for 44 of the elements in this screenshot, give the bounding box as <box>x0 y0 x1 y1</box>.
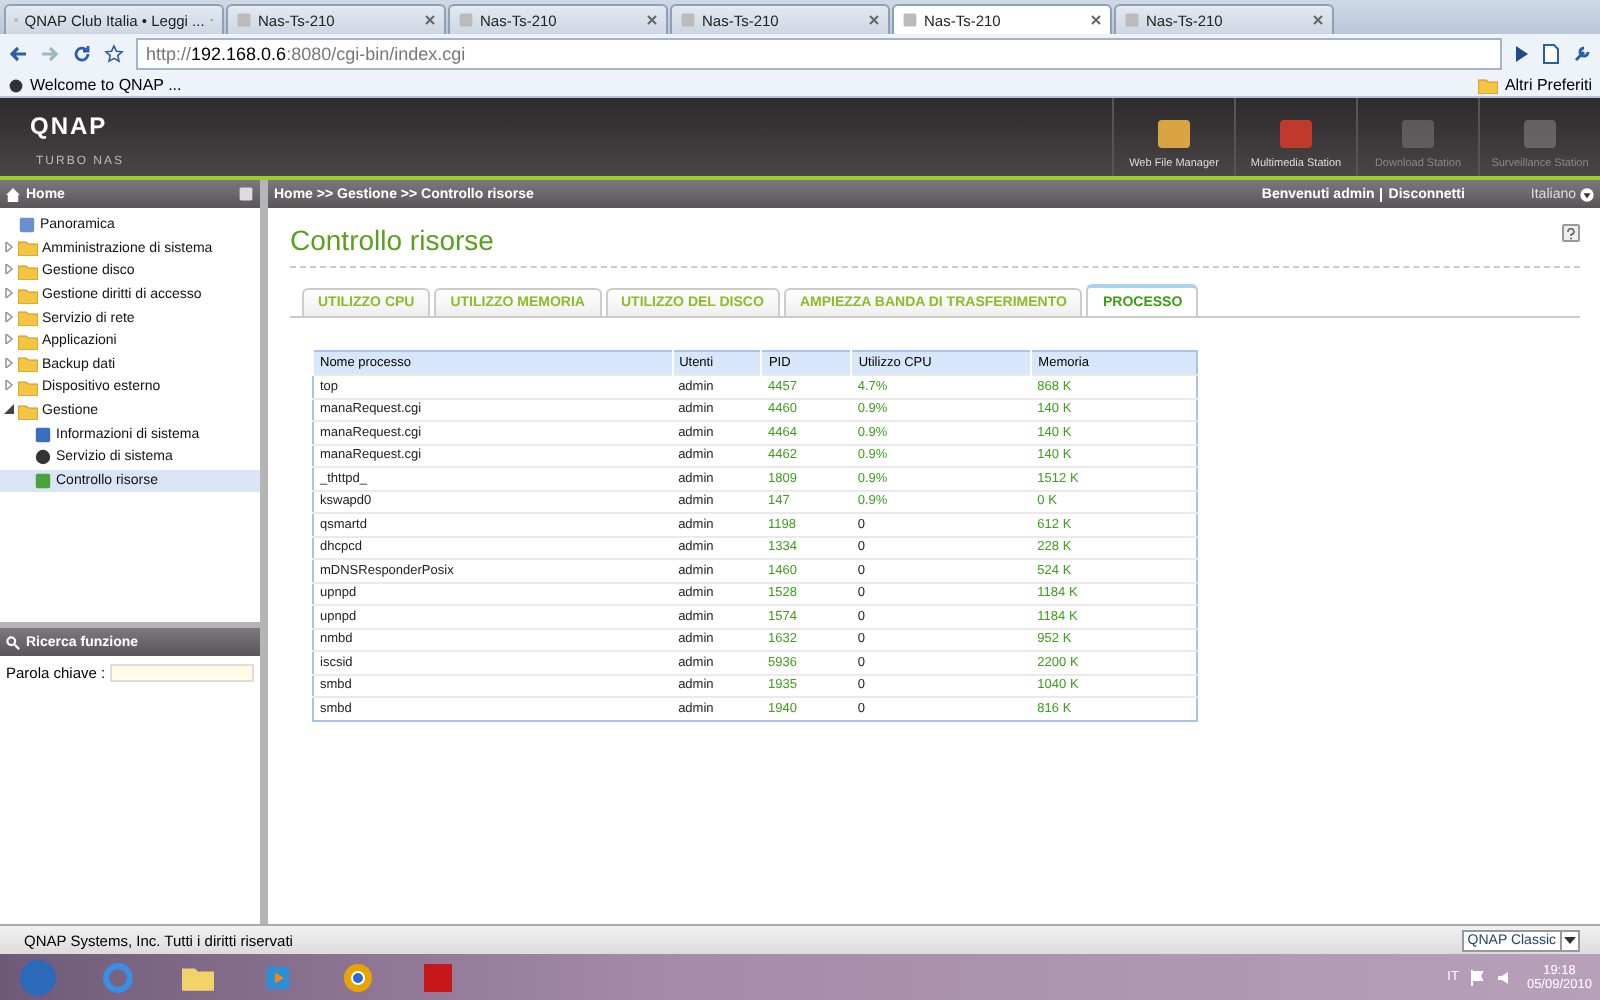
logo-icon <box>8 77 24 93</box>
page-title: Controllo risorse <box>290 224 494 256</box>
reload-icon[interactable] <box>72 44 92 64</box>
close-icon[interactable] <box>1312 14 1324 26</box>
station-icon <box>1154 114 1194 154</box>
folder-icon[interactable] <box>182 963 214 991</box>
page-icon <box>458 12 474 28</box>
flag-icon[interactable] <box>1470 969 1487 985</box>
dropdown-icon[interactable] <box>1580 187 1594 201</box>
logo-text: QNAP <box>30 112 110 140</box>
help-icon[interactable] <box>1566 227 1576 239</box>
station-icon <box>1276 114 1316 154</box>
page-icon <box>1124 12 1140 28</box>
close-icon[interactable] <box>868 14 880 26</box>
star-icon[interactable] <box>104 44 124 64</box>
help-button[interactable] <box>1562 224 1580 242</box>
bookmark-link[interactable]: Welcome to QNAP ... <box>8 76 182 94</box>
search-icon <box>6 635 20 649</box>
station-icon <box>1520 114 1560 154</box>
keyword-field[interactable] <box>109 664 254 682</box>
start-icon[interactable] <box>18 957 58 997</box>
wrench-icon[interactable] <box>1572 44 1592 64</box>
collapsed-arrow-icon[interactable] <box>4 311 14 322</box>
address-field[interactable]: http://192.168.0.6:8080/cgi-bin/index.cgi <box>136 38 1502 70</box>
page-icon[interactable] <box>1542 44 1560 64</box>
collapsed-arrow-icon[interactable] <box>4 357 14 368</box>
station-icon <box>1398 114 1438 154</box>
collapsed-arrow-icon[interactable] <box>4 334 14 345</box>
home-icon <box>6 187 20 201</box>
collapsed-arrow-icon[interactable] <box>4 241 14 252</box>
close-icon[interactable] <box>1090 14 1102 26</box>
expanded-arrow-icon[interactable] <box>4 404 14 415</box>
close-icon[interactable] <box>424 14 436 26</box>
page-icon <box>236 12 252 28</box>
play-icon[interactable] <box>1514 46 1530 62</box>
collapsed-arrow-icon[interactable] <box>4 264 14 275</box>
dropdown-icon[interactable] <box>1564 934 1576 946</box>
back-icon[interactable] <box>8 44 28 64</box>
page-icon <box>902 12 918 28</box>
collapsed-arrow-icon[interactable] <box>4 380 14 391</box>
page-icon <box>680 12 696 28</box>
close-icon[interactable] <box>646 14 658 26</box>
collapsed-arrow-icon[interactable] <box>4 288 14 299</box>
bookmark-folder[interactable]: Altri Preferiti <box>1478 76 1592 94</box>
